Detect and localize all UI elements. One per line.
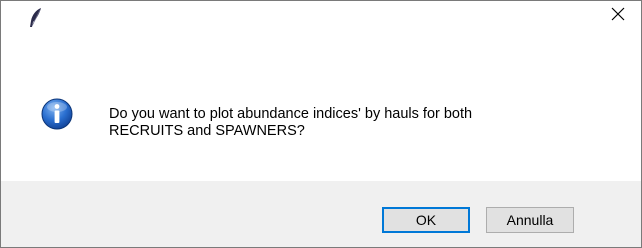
info-icon <box>41 98 73 130</box>
dialog-footer: OK Annulla <box>1 181 641 247</box>
ok-button[interactable]: OK <box>382 207 470 233</box>
feather-icon <box>27 7 45 29</box>
title-bar <box>1 1 641 31</box>
cancel-button[interactable]: Annulla <box>486 207 574 233</box>
dialog-content: Do you want to plot abundance indices' b… <box>1 31 641 181</box>
close-button[interactable] <box>595 1 641 31</box>
close-icon <box>611 7 625 26</box>
message-dialog: Do you want to plot abundance indices' b… <box>0 0 642 248</box>
dialog-message: Do you want to plot abundance indices' b… <box>109 106 473 139</box>
